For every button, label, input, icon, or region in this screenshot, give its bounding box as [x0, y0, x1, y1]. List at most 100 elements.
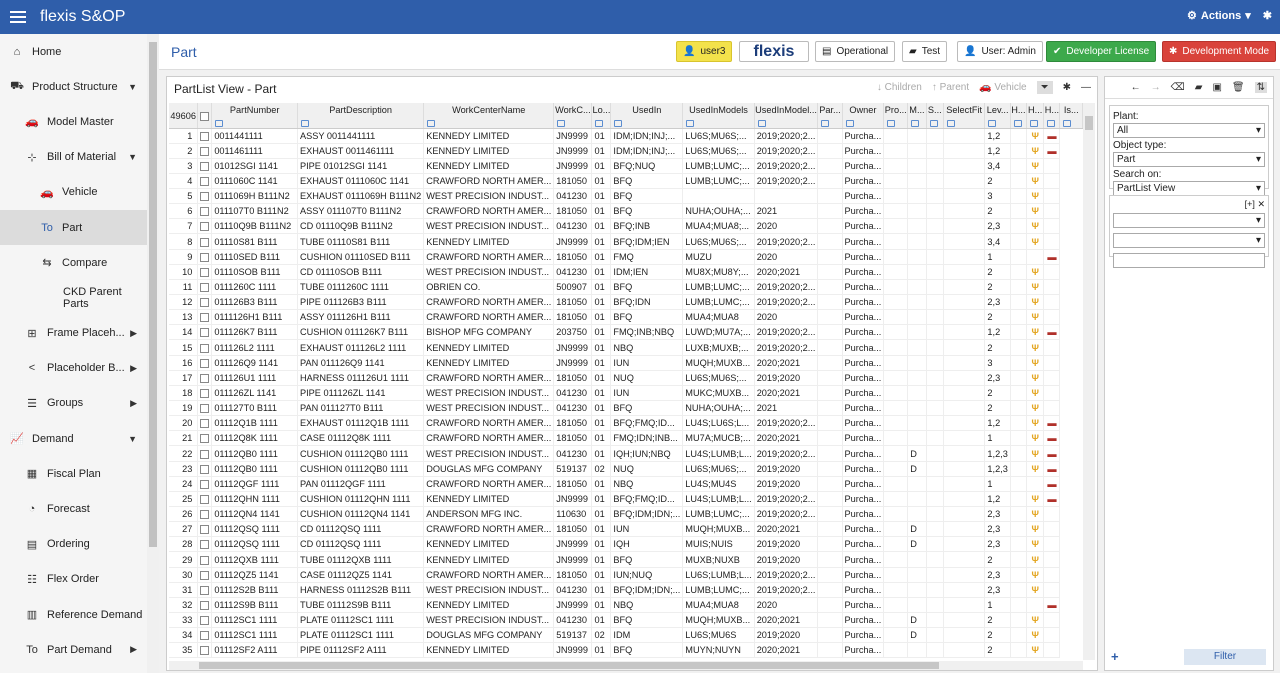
- table-row[interactable]: 7 01110Q9B B111N2 CD 01110Q9B B111N2 WEST P…: [169, 218, 1083, 235]
- row-checkbox[interactable]: [197, 158, 213, 174]
- table-row[interactable]: 9 01110SED B111 CUSHION 01110SED B111 CRAWF…: [169, 249, 1083, 265]
- row-checkbox[interactable]: [197, 309, 213, 326]
- tree-icon[interactable]: Ψ: [1031, 464, 1038, 474]
- sidebar-item-forecast[interactable]: ◔ Forecast: [0, 491, 147, 526]
- column-header[interactable]: M...: [907, 103, 927, 129]
- criteria-operator-select[interactable]: ▾: [1113, 233, 1265, 248]
- column-header[interactable]: PartNumber: [211, 103, 298, 129]
- tree-icon[interactable]: Ψ: [1031, 267, 1038, 277]
- sidebar-item-part-demand[interactable]: To Part Demand ▶: [0, 632, 147, 667]
- row-checkbox[interactable]: [197, 173, 213, 190]
- tree-icon[interactable]: Ψ: [1031, 615, 1038, 625]
- tree-icon[interactable]: Ψ: [1031, 176, 1038, 186]
- table-row[interactable]: 31 01112S2B B111 HARNESS 01112S2B B111 WEST…: [169, 582, 1083, 598]
- table-row[interactable]: 3 01012SGI 1141 PIPE 01012SGI 1141 KENNEDY …: [169, 158, 1083, 174]
- table-row[interactable]: 34 01112SC1 1111 PLATE 01112SC1 1111 DOUGLA…: [169, 627, 1083, 644]
- table-row[interactable]: 23 01112QB0 1111 CUSHION 01112QB0 1111 DOUG…: [169, 461, 1083, 477]
- tree-icon[interactable]: Ψ: [1031, 191, 1038, 201]
- row-checkbox[interactable]: [197, 294, 213, 311]
- sidebar-item-product-structure[interactable]: ⛟ Product Structure ▼: [0, 69, 147, 104]
- sidebar-item-groups[interactable]: ☰ Groups ▶: [0, 386, 147, 421]
- sidebar-item-vehicle[interactable]: 🚗 Vehicle: [0, 175, 147, 210]
- row-checkbox[interactable]: [197, 370, 213, 386]
- table-row[interactable]: 32 01112S9B B111 TUBE 01112S9B B111 KENNEDY…: [169, 597, 1083, 614]
- car-icon[interactable]: ▬: [1047, 449, 1056, 459]
- plant-select[interactable]: All ▾: [1113, 123, 1265, 138]
- column-filter-icon[interactable]: [1047, 119, 1056, 127]
- sidebar-item-home[interactable]: ⌂ Home: [0, 34, 147, 69]
- parent-button[interactable]: ↑ Parent: [932, 82, 969, 93]
- sidebar-item-fiscal-plan[interactable]: ▦ Fiscal Plan: [0, 456, 147, 491]
- row-checkbox[interactable]: [197, 385, 213, 402]
- car-icon[interactable]: ▬: [1047, 600, 1056, 610]
- table-row[interactable]: 33 01112SC1 1111 PLATE 01112SC1 1111 WEST P…: [169, 612, 1083, 629]
- expand-icon[interactable]: [+]: [1245, 199, 1255, 209]
- tree-icon[interactable]: Ψ: [1031, 494, 1038, 504]
- license-chip[interactable]: ✔ Developer License: [1046, 41, 1157, 62]
- row-checkbox[interactable]: [197, 188, 213, 205]
- minimize-icon[interactable]: —: [1081, 82, 1091, 93]
- row-checkbox[interactable]: [197, 491, 213, 508]
- table-row[interactable]: 8 01110S81 B111 TUBE 01110S81 B111 KENNEDY …: [169, 233, 1083, 250]
- row-checkbox[interactable]: [197, 203, 213, 220]
- column-filter-icon[interactable]: [686, 119, 695, 127]
- row-checkbox[interactable]: [197, 233, 213, 250]
- actions-menu[interactable]: ⚙ Actions ▾ ✱: [1187, 9, 1272, 23]
- chevron-down-icon[interactable]: ▼: [128, 82, 137, 92]
- table-row[interactable]: 21 01112Q8K 1111 CASE 01112Q8K 1111 CRAWFOR…: [169, 430, 1083, 447]
- close-icon[interactable]: ✕: [1257, 199, 1265, 209]
- column-filter-icon[interactable]: [215, 119, 224, 127]
- sidebar-item-placeholder-b[interactable]: < Placeholder B... ▶: [0, 351, 147, 386]
- column-header[interactable]: Lo...: [591, 103, 612, 129]
- column-header[interactable]: WorkCenterName: [423, 103, 555, 129]
- row-checkbox[interactable]: [197, 506, 213, 523]
- tree-icon[interactable]: Ψ: [1031, 585, 1038, 595]
- tree-icon[interactable]: Ψ: [1031, 539, 1038, 549]
- car-icon[interactable]: ▬: [1047, 494, 1056, 504]
- bug-icon[interactable]: ✱: [1263, 9, 1272, 22]
- sidebar-item-demand[interactable]: 📈 Demand ▼: [0, 421, 147, 456]
- tree-icon[interactable]: Ψ: [1031, 358, 1038, 368]
- column-filter-icon[interactable]: [301, 119, 309, 127]
- row-checkbox[interactable]: [197, 476, 213, 492]
- forward-icon[interactable]: →: [1151, 82, 1161, 93]
- row-checkbox[interactable]: [197, 339, 213, 356]
- table-row[interactable]: 4 0111060C 1141 EXHAUST 0111060C 1141 CRAWF…: [169, 173, 1083, 190]
- tree-icon[interactable]: Ψ: [1031, 524, 1038, 534]
- car-icon[interactable]: ▬: [1047, 327, 1056, 337]
- table-row[interactable]: 18 011126ZL 1141 PIPE 011126ZL 1141 WEST PR…: [169, 385, 1083, 402]
- row-checkbox[interactable]: [197, 567, 213, 583]
- open-folder-icon[interactable]: ▰: [1195, 82, 1203, 93]
- search-on-select[interactable]: PartList View ▾: [1113, 181, 1265, 196]
- sort-icon[interactable]: ⇅: [1254, 82, 1267, 93]
- row-checkbox[interactable]: [197, 597, 213, 614]
- table-row[interactable]: 35 01112SF2 A111 PIPE 01112SF2 A111 KENNEDY…: [169, 642, 1083, 659]
- tree-icon[interactable]: Ψ: [1031, 161, 1038, 171]
- column-filter-icon[interactable]: [614, 119, 623, 127]
- criteria-value-input[interactable]: [1113, 253, 1265, 268]
- column-header[interactable]: UsedInModels: [682, 103, 755, 129]
- sidebar-item-frame-placeh[interactable]: ⊞ Frame Placeh... ▶: [0, 316, 147, 351]
- row-checkbox[interactable]: [197, 536, 213, 553]
- table-row[interactable]: 12 011126B3 B111 PIPE 011126B3 B111 CRAWFOR…: [169, 294, 1083, 311]
- car-icon[interactable]: ▬: [1047, 433, 1056, 443]
- column-header[interactable]: Is...: [1059, 103, 1083, 129]
- column-filter-icon[interactable]: [845, 119, 854, 127]
- row-checkbox[interactable]: [197, 445, 213, 462]
- table-row[interactable]: 22 01112QB0 1111 CUSHION 01112QB0 1111 WEST…: [169, 445, 1083, 462]
- column-filter-icon[interactable]: [427, 119, 436, 127]
- column-header[interactable]: S...: [926, 103, 944, 129]
- sidebar-item-model-master[interactable]: 🚗 Model Master: [0, 104, 147, 139]
- column-filter-icon[interactable]: [595, 119, 604, 127]
- sidebar-item-compare[interactable]: ⇆ Compare: [0, 245, 147, 280]
- tree-icon[interactable]: Ψ: [1031, 146, 1038, 156]
- table-row[interactable]: 27 01112QSQ 1111 CD 01112QSQ 1111 CRAWFORD …: [169, 521, 1083, 538]
- row-checkbox[interactable]: [197, 642, 213, 659]
- tree-icon[interactable]: Ψ: [1031, 221, 1038, 231]
- sidebar-item-ckd-parent-parts[interactable]: CKD Parent Parts: [0, 280, 147, 315]
- table-row[interactable]: 29 01112QXB 1111 TUBE 01112QXB 1111 KENNEDY…: [169, 551, 1083, 568]
- user-chip[interactable]: 👤 user3: [676, 41, 733, 62]
- filter-button[interactable]: Filter: [1184, 649, 1266, 665]
- table-row[interactable]: 24 01112QGF 1111 PAN 01112QGF 1111 CRAWFORD…: [169, 476, 1083, 492]
- select-all-checkbox[interactable]: [197, 103, 213, 129]
